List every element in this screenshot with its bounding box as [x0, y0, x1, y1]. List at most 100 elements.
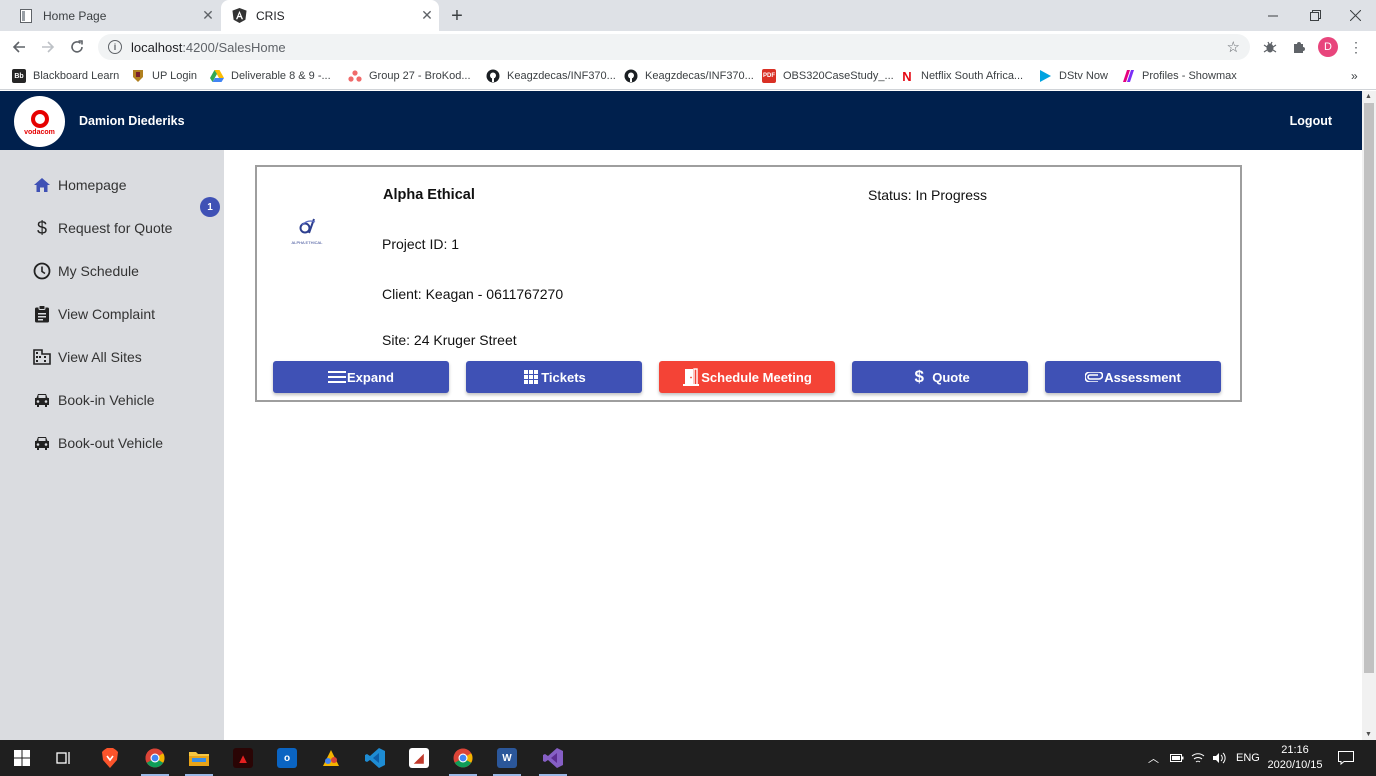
bookmark-dstv[interactable]: DStv Now: [1038, 67, 1108, 85]
bookmark-label: Keagzdecas/INF370...: [507, 70, 616, 82]
dstv-play-icon: [1038, 69, 1052, 83]
restore-button[interactable]: [1294, 0, 1336, 31]
browser-toolbar: i localhost:4200/SalesHome ☆ D ⋮: [0, 31, 1376, 62]
chrome-taskbar-icon[interactable]: [137, 744, 173, 776]
notification-icon[interactable]: [1338, 740, 1354, 776]
outlook-icon[interactable]: o: [269, 744, 305, 772]
chrome-profile-taskbar-icon[interactable]: [445, 744, 481, 776]
bookmark-deliverable[interactable]: Deliverable 8 & 9 -...: [210, 67, 331, 85]
url-host: localhost: [131, 39, 183, 55]
bookmark-github-1[interactable]: Keagzdecas/INF370...: [486, 67, 616, 85]
vodacom-logo-mark: [30, 109, 49, 128]
clock-date: 2020/10/15: [1267, 759, 1323, 771]
google-drive-icon: [210, 69, 224, 83]
bookmark-obs320[interactable]: PDF OBS320CaseStudy_...: [762, 67, 894, 85]
tab-title: Home Page: [43, 8, 107, 23]
paint-app-icon[interactable]: [313, 744, 349, 772]
project-client: Client: Keagan - 0611767270: [382, 286, 564, 302]
menu-lines-icon: [328, 368, 347, 386]
minimize-button[interactable]: [1252, 0, 1294, 31]
windows-start-icon[interactable]: [4, 744, 40, 772]
sidebar-item-label: Book-in Vehicle: [58, 392, 155, 408]
browser-tabstrip: Home Page ✕ CRIS ✕ +: [0, 0, 1376, 31]
app-header: vodacom Damion Diederiks Logout: [0, 91, 1362, 150]
bookmark-label: OBS320CaseStudy_...: [783, 70, 894, 82]
sidebar-item-label: View All Sites: [58, 349, 142, 365]
bookmark-label: Keagzdecas/INF370...: [645, 70, 754, 82]
assessment-button[interactable]: Assessment: [1045, 361, 1221, 393]
bookmark-star-icon[interactable]: ☆: [1227, 38, 1240, 56]
schedule-meeting-button[interactable]: Schedule Meeting: [659, 361, 835, 393]
logout-button[interactable]: Logout: [1290, 114, 1332, 128]
bookmark-label: Netflix South Africa...: [921, 70, 1024, 82]
volume-icon[interactable]: [1212, 740, 1226, 776]
more-bookmarks-chevron-icon[interactable]: »: [1351, 67, 1358, 85]
sidebar-item-homepage[interactable]: Homepage: [33, 173, 127, 197]
taskbar-clock[interactable]: 21:16 2020/10/15: [1262, 743, 1328, 773]
browser-tab-home[interactable]: Home Page ✕: [8, 0, 220, 31]
profile-avatar[interactable]: D: [1318, 37, 1338, 57]
sidebar-item-my-schedule[interactable]: My Schedule: [33, 259, 139, 283]
tickets-button[interactable]: Tickets: [466, 361, 642, 393]
file-explorer-icon[interactable]: [181, 744, 217, 776]
close-window-button[interactable]: [1334, 0, 1376, 31]
bookmark-netflix[interactable]: N Netflix South Africa...: [900, 67, 1023, 85]
sidebar-item-view-all-sites[interactable]: View All Sites: [33, 345, 142, 369]
back-button[interactable]: [7, 35, 31, 59]
bookmark-label: UP Login: [152, 70, 198, 82]
page-scrollbar[interactable]: ▲ ▼: [1362, 91, 1376, 740]
door-icon: [682, 368, 700, 386]
scroll-up-arrow-icon[interactable]: ▲: [1365, 93, 1372, 100]
sidebar-item-request-quote[interactable]: $ Request for Quote: [33, 216, 172, 240]
brave-browser-icon[interactable]: [92, 744, 128, 772]
extension-bug-icon[interactable]: [1260, 37, 1280, 57]
bookmark-label: Blackboard Learn: [33, 70, 120, 82]
game-app-icon[interactable]: ▲: [225, 744, 261, 772]
project-site: Site: 24 Kruger Street: [382, 332, 517, 348]
bookmark-group27[interactable]: Group 27 - BroKod...: [348, 67, 471, 85]
wifi-icon[interactable]: [1191, 740, 1205, 776]
forward-button[interactable]: [36, 35, 60, 59]
bookmarks-bar: Bb Blackboard Learn UP Login Deliverable…: [0, 62, 1376, 90]
presentation-app-icon[interactable]: ◢: [401, 744, 437, 772]
word-icon[interactable]: W: [489, 744, 525, 776]
quote-button[interactable]: $ Quote: [852, 361, 1028, 393]
scroll-down-arrow-icon[interactable]: ▼: [1365, 731, 1372, 738]
browser-tab-cris[interactable]: CRIS ✕: [221, 0, 439, 31]
bookmark-showmax[interactable]: Profiles - Showmax: [1121, 67, 1237, 85]
sidebar-item-book-in-vehicle[interactable]: Book-in Vehicle: [33, 388, 155, 412]
blackboard-icon: Bb: [12, 69, 26, 83]
sidebar-item-view-complaint[interactable]: View Complaint: [33, 302, 155, 326]
dollar-icon: $: [914, 367, 924, 386]
url-path: :4200/SalesHome: [182, 39, 286, 55]
new-tab-button[interactable]: +: [446, 5, 468, 27]
bookmark-label: Profiles - Showmax: [1142, 70, 1237, 82]
visual-studio-icon[interactable]: [535, 744, 571, 776]
menu-dots-icon[interactable]: ⋮: [1346, 37, 1366, 57]
info-icon[interactable]: i: [108, 40, 122, 54]
close-icon[interactable]: ✕: [200, 7, 216, 24]
battery-icon[interactable]: [1170, 740, 1184, 776]
vscode-icon[interactable]: [357, 744, 393, 772]
expand-button[interactable]: Expand: [273, 361, 449, 393]
sidebar-item-label: My Schedule: [58, 263, 139, 279]
task-view-icon[interactable]: [46, 744, 82, 772]
extensions-puzzle-icon[interactable]: [1289, 37, 1309, 57]
expand-label: Expand: [347, 369, 394, 385]
tray-chevron-icon[interactable]: ︿: [1148, 740, 1159, 776]
bookmark-label: DStv Now: [1059, 70, 1108, 82]
showmax-icon: [1121, 69, 1135, 83]
vodacom-logo[interactable]: vodacom: [14, 96, 65, 147]
bookmark-blackboard[interactable]: Bb Blackboard Learn: [12, 67, 119, 85]
close-icon[interactable]: ✕: [419, 7, 435, 24]
assessment-label: Assessment: [1104, 369, 1181, 385]
windows-taskbar: ▲ o ◢ W ︿ ENG 21:16 2020/10/15: [0, 740, 1376, 776]
angular-icon: [231, 8, 247, 24]
reload-button[interactable]: [65, 35, 89, 59]
address-bar[interactable]: i localhost:4200/SalesHome ☆: [98, 34, 1250, 60]
language-indicator[interactable]: ENG: [1236, 740, 1260, 776]
bookmark-github-2[interactable]: Keagzdecas/INF370...: [624, 67, 754, 85]
scrollbar-thumb[interactable]: [1364, 103, 1374, 673]
sidebar-item-book-out-vehicle[interactable]: Book-out Vehicle: [33, 431, 163, 455]
bookmark-up-login[interactable]: UP Login: [131, 67, 197, 85]
